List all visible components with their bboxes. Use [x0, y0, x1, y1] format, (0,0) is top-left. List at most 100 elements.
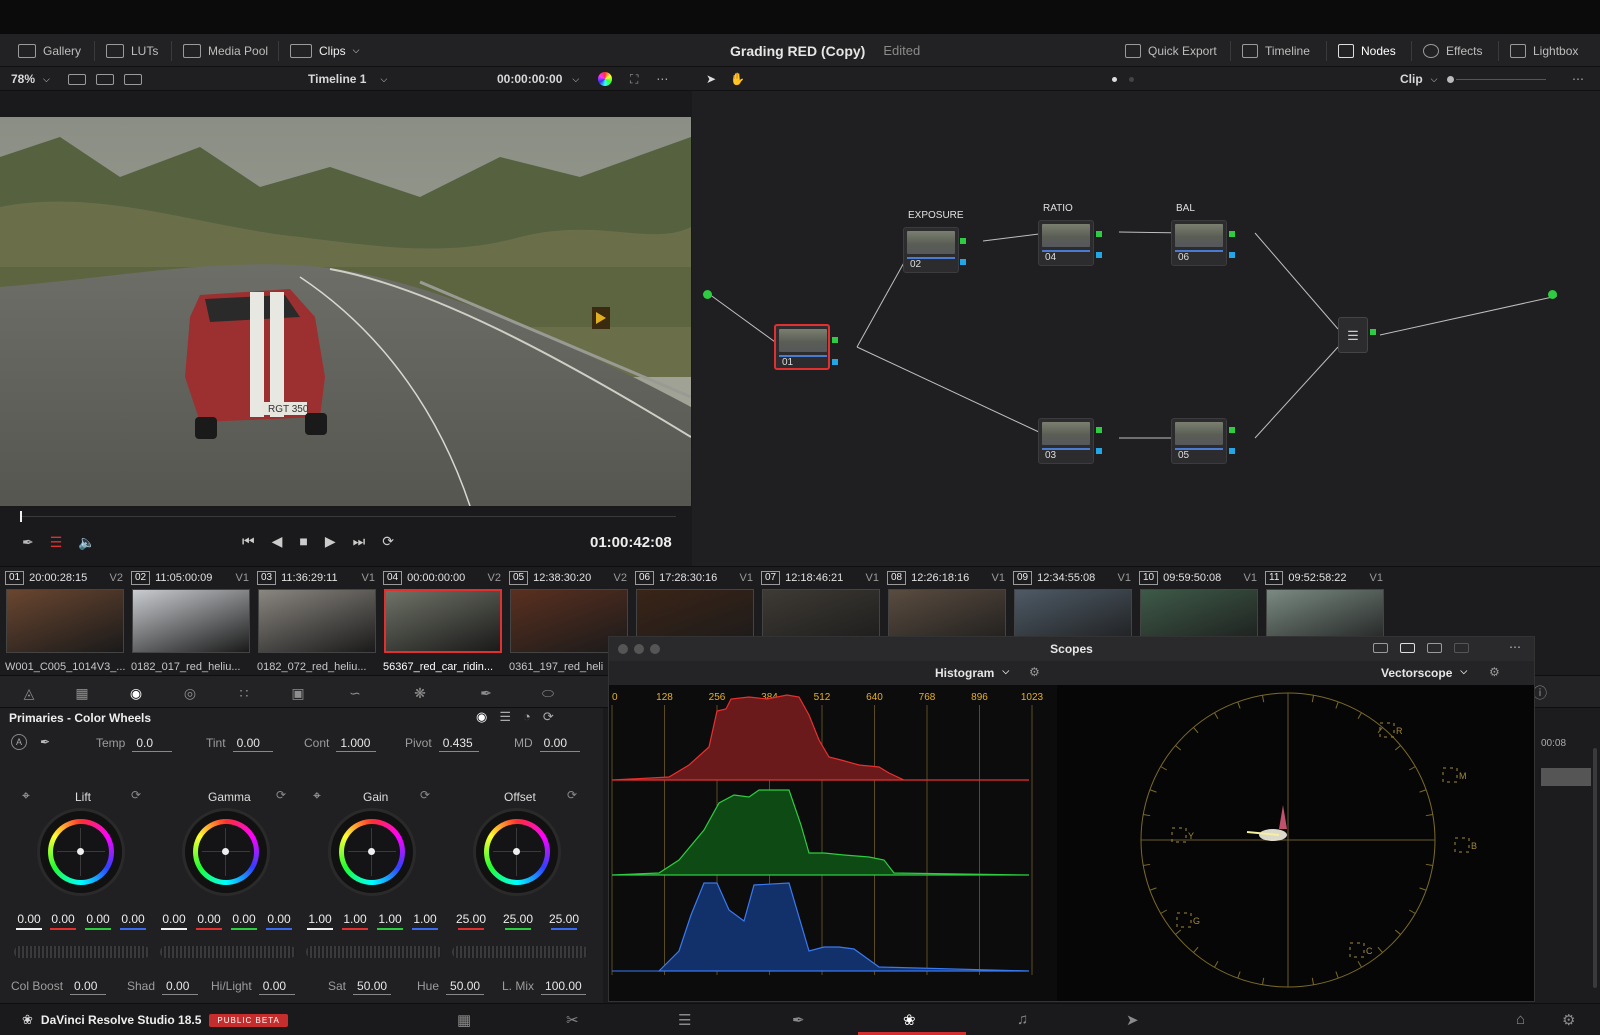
color-wheels-icon[interactable]: ◉	[126, 685, 146, 701]
effects-button[interactable]: Effects	[1423, 34, 1482, 67]
md-value[interactable]: 0.00	[539, 734, 580, 752]
gallery-button[interactable]: Gallery	[18, 34, 81, 67]
edit-page-icon[interactable]: ☰	[678, 1011, 691, 1029]
clip-block[interactable]	[1541, 768, 1591, 786]
lift-b-value[interactable]: 0.00	[117, 912, 149, 926]
lift-master-jog[interactable]	[14, 946, 150, 958]
fusion-page-icon[interactable]: ✒	[792, 1011, 805, 1029]
reset-icon[interactable]: ⟳	[131, 788, 141, 802]
shad-field[interactable]: Shad 0.00	[127, 977, 199, 995]
col-boost-value[interactable]: 0.00	[70, 977, 107, 995]
gain-master-jog[interactable]	[306, 946, 442, 958]
reset-icon[interactable]: ⟳	[543, 709, 554, 725]
curves-icon[interactable]: ∽	[345, 685, 365, 701]
gamma-y-value[interactable]: 0.00	[158, 912, 190, 926]
lift-wheel[interactable]	[37, 808, 125, 896]
auto-icon[interactable]: A	[11, 734, 27, 750]
lightbox-button[interactable]: Lightbox	[1510, 34, 1578, 67]
node-05[interactable]: 05	[1171, 418, 1227, 464]
grid-scope-icon[interactable]	[1454, 643, 1469, 653]
node-03[interactable]: 03	[1038, 418, 1094, 464]
gain-y-value[interactable]: 1.00	[304, 912, 336, 926]
gamma-g-value[interactable]: 0.00	[228, 912, 260, 926]
color-picker-icon[interactable]	[598, 72, 612, 86]
play-icon[interactable]: ▶	[325, 533, 336, 550]
eyedropper-icon[interactable]: ✒	[22, 534, 34, 551]
media-page-icon[interactable]: ▦	[457, 1011, 471, 1029]
home-icon[interactable]: ⌂	[1516, 1011, 1525, 1028]
reset-icon[interactable]: ⟳	[276, 788, 286, 802]
sat-value[interactable]: 50.00	[353, 977, 392, 995]
hilight-value[interactable]: 0.00	[258, 977, 295, 995]
stop-icon[interactable]: ■	[299, 533, 307, 550]
node-04-ratio[interactable]: RATIO 04	[1038, 203, 1094, 266]
rgb-mixer-icon[interactable]: ∷	[234, 685, 254, 701]
output-node[interactable]	[1548, 290, 1557, 299]
node-graph[interactable]: 01 EXPOSURE 02 RATIO 04 BAL 06 03 05 ☰	[692, 91, 1600, 566]
timeline-select[interactable]: Timeline 1 ⌵	[308, 67, 387, 91]
quad-scope-icon[interactable]	[1427, 643, 1442, 653]
zoom-select[interactable]: 78% ⌵	[11, 67, 50, 91]
node-06-bal[interactable]: BAL 06	[1171, 203, 1227, 266]
dual-scope-icon[interactable]	[1400, 643, 1415, 653]
wheels-mode-icon[interactable]: ◉	[476, 709, 487, 725]
window-icon[interactable]: ⬭	[538, 685, 558, 701]
pivot-field[interactable]: Pivot 0.435	[405, 734, 479, 752]
speaker-icon[interactable]: 🔈	[78, 534, 95, 551]
single-viewer-icon[interactable]	[68, 73, 86, 85]
input-node[interactable]	[703, 290, 712, 299]
clips-button[interactable]: Clips ⌵	[290, 34, 360, 67]
video-frame[interactable]: RGT 350	[0, 117, 691, 506]
pivot-value[interactable]: 0.435	[438, 734, 479, 752]
camera-raw-icon[interactable]: ◬	[19, 685, 39, 701]
clip-thumbnail[interactable]: 03 11:36:29:11 V1 0182_072_red_heliu...	[252, 567, 376, 676]
fairlight-page-icon[interactable]: ♫	[1017, 1011, 1028, 1028]
offset-master-jog[interactable]	[452, 946, 588, 958]
cut-page-icon[interactable]: ✂	[566, 1011, 579, 1029]
lift-g-value[interactable]: 0.00	[82, 912, 114, 926]
pointer-icon[interactable]: ➤	[706, 72, 716, 86]
offset-wheel[interactable]	[473, 808, 561, 896]
vectorscope-settings-icon[interactable]: ⚙	[1489, 665, 1500, 679]
go-to-start-icon[interactable]: ⏮	[242, 533, 255, 550]
gallery-grid-icon[interactable]	[96, 73, 114, 85]
motion-effects-icon[interactable]: ▣	[288, 685, 308, 701]
sat-field[interactable]: Sat 50.00	[328, 977, 392, 995]
temp-value[interactable]: 0.0	[132, 734, 173, 752]
bars-mode-icon[interactable]: ☰	[499, 709, 511, 725]
scrubber-track[interactable]	[20, 516, 676, 517]
settings-gear-icon[interactable]: ⚙	[1562, 1011, 1575, 1029]
layer-mixer-node[interactable]: ☰	[1338, 317, 1368, 353]
clip-thumbnail[interactable]: 01 20:00:28:15 V2 W001_C005_1014V3_...	[0, 567, 125, 676]
color-warper-icon[interactable]: ❋	[410, 685, 430, 701]
left-scope-select[interactable]: Histogram ⌵	[935, 666, 1009, 680]
lift-r-value[interactable]: 0.00	[47, 912, 79, 926]
layers-icon[interactable]: ☰	[50, 534, 63, 551]
go-to-end-icon[interactable]: ⏭	[353, 533, 366, 550]
color-page-icon[interactable]: ❀	[903, 1011, 916, 1029]
tint-value[interactable]: 0.00	[232, 734, 273, 752]
scrollbar[interactable]	[1593, 748, 1597, 988]
gain-g-value[interactable]: 1.00	[374, 912, 406, 926]
clip-thumbnail[interactable]: 02 11:05:00:09 V1 0182_017_red_heliu...	[126, 567, 250, 676]
reset-icon[interactable]: ⟳	[420, 788, 430, 802]
lmix-field[interactable]: L. Mix 100.00	[502, 977, 586, 995]
tint-field[interactable]: Tint 0.00	[206, 734, 273, 752]
lift-y-value[interactable]: 0.00	[13, 912, 45, 926]
scopes-titlebar[interactable]: Scopes ⋯	[609, 637, 1534, 661]
crosshair-icon[interactable]: ⌖	[22, 787, 30, 804]
single-scope-icon[interactable]	[1373, 643, 1388, 653]
offset-g-value[interactable]: 25.00	[500, 912, 536, 926]
node-02-exposure[interactable]: EXPOSURE 02	[903, 210, 964, 273]
node-zoom-slider[interactable]	[1447, 67, 1546, 91]
contrast-value[interactable]: 1.000	[336, 734, 377, 752]
gamma-master-jog[interactable]	[160, 946, 296, 958]
gamma-wheel[interactable]	[182, 808, 270, 896]
hue-value[interactable]: 50.00	[446, 977, 485, 995]
gamma-b-value[interactable]: 0.00	[263, 912, 295, 926]
right-scope-select[interactable]: Vectorscope ⌵	[1381, 666, 1467, 680]
gain-r-value[interactable]: 1.00	[339, 912, 371, 926]
timeline-button[interactable]: Timeline	[1242, 34, 1310, 67]
hdr-wheels-icon[interactable]: ◎	[180, 685, 200, 701]
play-reverse-icon[interactable]: ◀	[272, 533, 283, 550]
